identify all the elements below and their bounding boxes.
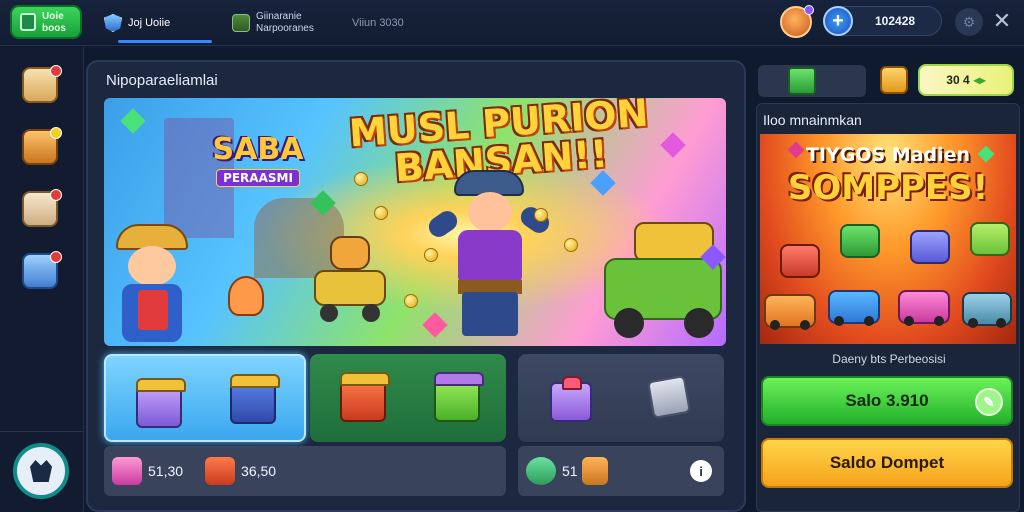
teal-kart-icon: [962, 292, 1012, 328]
potion-bottle-icon: [550, 376, 592, 422]
tab-items-label-line2: Narpooranes: [256, 23, 314, 34]
kid-character-icon: [110, 224, 194, 344]
notification-dot: [804, 5, 814, 15]
balance-green-button-label: Salo 3.910: [845, 391, 929, 410]
purple-kart-icon: [910, 230, 950, 264]
game-logo: SABA PERAASMI: [198, 132, 318, 187]
edit-pencil-icon[interactable]: ✎: [975, 388, 1003, 416]
crown-icon: [30, 460, 52, 482]
coin-icon: [404, 294, 418, 308]
rail-item-chests[interactable]: [22, 127, 62, 165]
top-bar: Uoie boos Joj Uoiie Giinaranie Narpooran…: [0, 0, 1024, 46]
price-row-right[interactable]: 51 i: [518, 446, 724, 496]
green-chest-icon: [434, 372, 484, 422]
tab-shop[interactable]: Joj Uoiie: [104, 8, 170, 38]
wallet-balance-button[interactable]: Saldo Dompet: [761, 438, 1013, 488]
game-logo-line2: PERAASMI: [216, 169, 300, 187]
chests-badge-icon: [50, 127, 62, 139]
gold-box-icon[interactable]: [880, 66, 908, 94]
currency-amount: 102428: [875, 14, 916, 28]
price-label: 36,50: [241, 463, 277, 479]
inventory-badge-icon: [50, 189, 62, 201]
tab-version[interactable]: Viiun 3030: [352, 8, 404, 38]
shield-icon: [104, 14, 122, 32]
blue-kart-icon: [828, 290, 880, 326]
dice-icon: [646, 374, 692, 420]
tab-shop-label: Joj Uoiie: [128, 17, 171, 29]
red-chest-icon: [340, 372, 390, 422]
promo-title-line2: SOMPPES!: [787, 168, 989, 208]
coin-icon: [534, 208, 548, 222]
green-truck-icon: [604, 222, 724, 342]
main-panel: Nipoparaeliamlai SABA PERAASMI MUSL PURI…: [86, 60, 746, 512]
orange-chest-icon: [581, 457, 608, 485]
chest-card-gray[interactable]: [518, 354, 724, 442]
settings-gear-icon[interactable]: ⚙: [955, 8, 983, 36]
balance-green-button[interactable]: Salo 3.910 ✎: [761, 376, 1013, 426]
right-resource-slot[interactable]: [758, 65, 866, 97]
tab-items-label-line1: Giinaranie: [256, 11, 302, 22]
logo-label: Uoie boos: [42, 11, 66, 34]
profile-button[interactable]: [13, 443, 69, 499]
home-logo-button[interactable]: Uoie boos: [10, 5, 82, 39]
pet-creature-icon: [228, 276, 264, 316]
tab-version-label: Viiun 3030: [352, 17, 404, 29]
cube-icon: [232, 14, 250, 32]
game-logo-line1: SABA: [212, 132, 304, 167]
rail-item-messages[interactable]: [22, 251, 62, 289]
currency-display: + 102428: [823, 6, 942, 36]
price-label: 51: [562, 463, 578, 479]
right-panel: Iloo mnainmkan TIYGOS Madien SOMPPES! Da…: [756, 103, 1020, 512]
right-panel-title: Iloo mnainmkan: [763, 112, 862, 128]
energy-counter-value: 30 4: [946, 73, 970, 87]
promo-caption: Daeny bts Perbeosisi: [832, 352, 946, 366]
wallet-balance-button-label: Saldo Dompet: [829, 453, 945, 472]
coin-icon: [424, 248, 438, 262]
robot-character-icon: [310, 236, 390, 326]
chest-card-blue[interactable]: [104, 354, 306, 442]
green-cube-icon: [788, 67, 816, 95]
coin-icon: [374, 206, 388, 220]
hero-banner[interactable]: SABA PERAASMI MUSL PURION BANSAN!!: [104, 98, 726, 346]
coin-icon: [354, 172, 368, 186]
price-row-left[interactable]: 51,30 36,50: [104, 446, 506, 496]
close-icon[interactable]: ✕: [990, 6, 1014, 36]
add-currency-button[interactable]: +: [823, 6, 853, 36]
rail-item-inventory[interactable]: [22, 189, 62, 227]
blue-chest-icon: [230, 374, 280, 424]
player-avatar[interactable]: [780, 5, 814, 38]
quests-badge-icon: [50, 65, 62, 77]
promo-banner[interactable]: TIYGOS Madien SOMPPES!: [760, 134, 1016, 344]
app-logo-icon: [20, 13, 36, 31]
green-gem-icon: [120, 108, 146, 134]
red-chest-icon: [205, 457, 236, 485]
rail-divider: [0, 431, 84, 432]
green-orb-icon: [526, 457, 556, 485]
chest-card-green[interactable]: [310, 354, 506, 442]
pink-gem-icon: [660, 132, 686, 158]
tab-items[interactable]: Giinaranie Narpooranes: [232, 8, 314, 38]
active-tab-indicator: [118, 40, 212, 43]
tab-items-label: Giinaranie Narpooranes: [256, 11, 314, 35]
red-box-icon: [780, 244, 820, 278]
gift-box-icon: [112, 457, 142, 485]
left-rail: [0, 47, 84, 512]
info-icon[interactable]: i: [690, 460, 712, 482]
energy-counter[interactable]: 30 4 ◂▸: [918, 64, 1014, 96]
purple-chest-icon: [136, 378, 186, 428]
orange-kart-icon: [764, 294, 816, 330]
messages-badge-icon: [50, 251, 62, 263]
rail-item-quests[interactable]: [22, 65, 62, 103]
arrows-icon: ◂▸: [973, 73, 986, 87]
coin-icon: [564, 238, 578, 252]
price-label: 51,30: [148, 463, 184, 479]
cowboy-hero-icon: [424, 170, 554, 346]
lime-kart-icon: [970, 222, 1010, 256]
pink-kart-icon: [898, 290, 950, 326]
green-kart-icon: [840, 224, 880, 258]
panel-title: Nipoparaeliamlai: [106, 72, 218, 89]
